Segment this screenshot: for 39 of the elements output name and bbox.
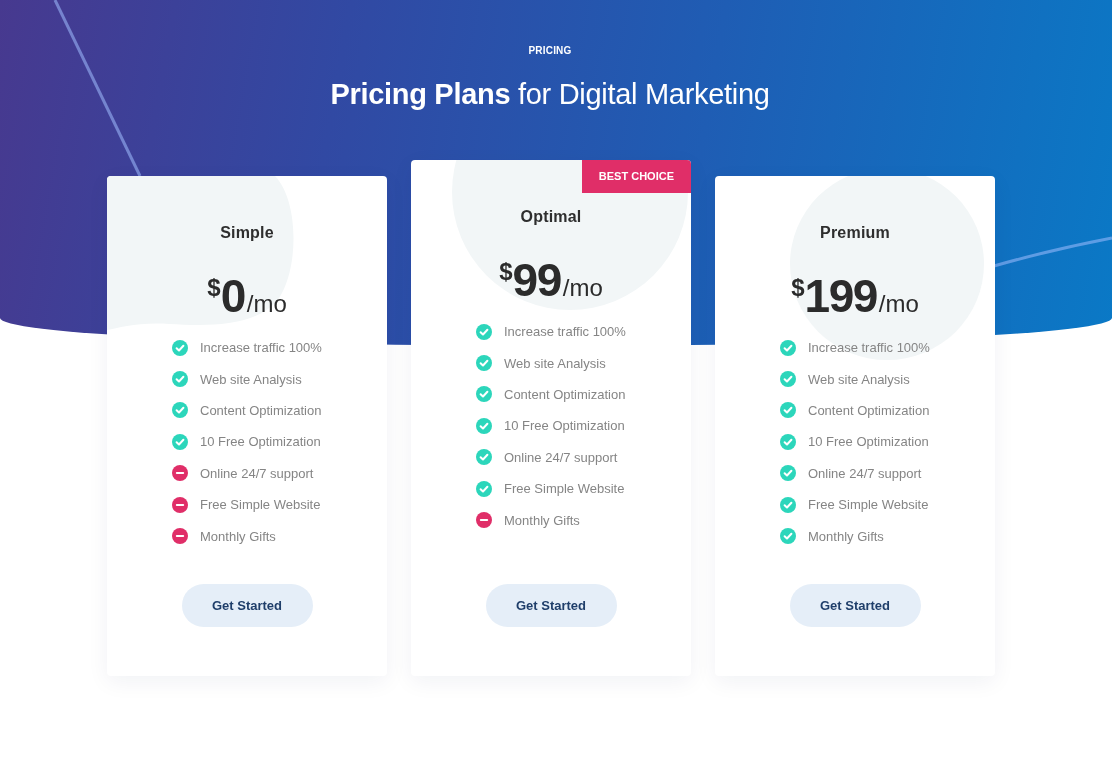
get-started-button[interactable]: Get Started (181, 584, 313, 627)
feature-text: Free Simple Website (504, 481, 625, 497)
section-label: PRICING (528, 44, 572, 58)
plan-name: Simple (220, 223, 274, 243)
feature-text: Content Optimization (808, 402, 930, 418)
feature-text: Online 24/7 support (504, 449, 618, 465)
price-amount: 0 (220, 270, 245, 322)
feature-text: Increase traffic 100% (808, 340, 930, 356)
plan-name: Premium (820, 223, 890, 243)
feature-text: Web site Analysis (808, 371, 910, 387)
price-amount: 99 (512, 254, 561, 306)
section-heading: Pricing Plans for Digital Marketing (330, 77, 770, 112)
price-period: /mo (878, 290, 919, 317)
feature-text: Monthly Gifts (200, 528, 276, 544)
currency-symbol: $ (207, 274, 221, 301)
feature-text: Online 24/7 support (200, 465, 314, 481)
feature-text: Monthly Gifts (808, 528, 884, 544)
feature-text: 10 Free Optimization (200, 434, 321, 450)
get-started-button[interactable]: Get Started (485, 584, 617, 627)
feature-text: 10 Free Optimization (808, 434, 929, 450)
price-amount: 199 (804, 270, 877, 322)
get-started-button[interactable]: Get Started (789, 584, 921, 627)
feature-text: Increase traffic 100% (504, 324, 626, 340)
feature-text: Free Simple Website (200, 497, 321, 513)
feature-text: Increase traffic 100% (200, 340, 322, 356)
feature-text: Web site Analysis (504, 355, 606, 371)
price-period: /mo (562, 274, 603, 301)
price-period: /mo (246, 290, 287, 317)
feature-text: Web site Analysis (200, 371, 302, 387)
plan-name: Optimal (520, 207, 582, 227)
feature-text: Monthly Gifts (504, 512, 580, 528)
plan-badge: BEST CHOICE (581, 160, 691, 193)
feature-text: Free Simple Website (808, 497, 929, 513)
currency-symbol: $ (499, 258, 513, 285)
feature-text: Online 24/7 support (808, 465, 922, 481)
feature-text: Content Optimization (200, 402, 322, 418)
currency-symbol: $ (791, 274, 805, 301)
feature-text: Content Optimization (504, 386, 626, 402)
feature-text: 10 Free Optimization (504, 418, 625, 434)
